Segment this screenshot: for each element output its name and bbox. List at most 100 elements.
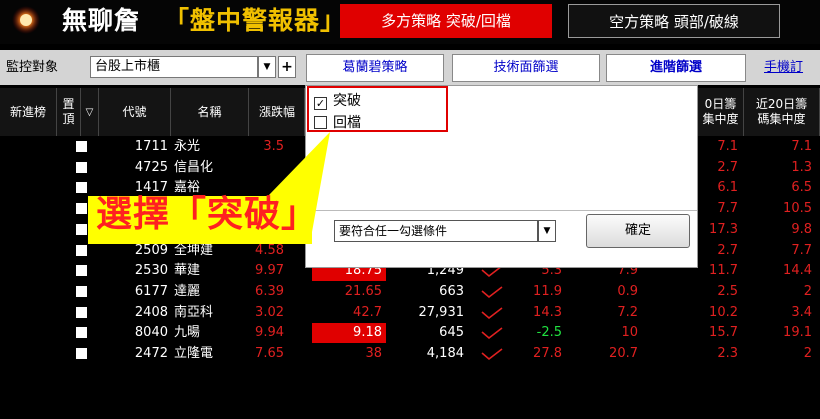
change-percent: 9.97 [255,263,284,279]
price-cell: 42.7 [353,304,382,320]
tab-granville-strategy[interactable]: 葛蘭碧策略 [306,54,444,82]
stock-name: 華建 [174,263,201,279]
confirm-button[interactable]: 確定 [586,214,690,248]
concentration-10-cell: 2.7 [717,159,738,175]
stock-name: 立隆電 [174,346,214,361]
highlight-box [307,86,448,132]
table-row[interactable]: 6177 達麗 6.39 21.65 663 11.9 0.9 2.5 2 [0,282,820,302]
pin-checkbox[interactable] [76,182,87,194]
pin-checkbox[interactable] [76,161,87,173]
pin-checkbox[interactable] [76,348,87,359]
stock-code: 4725 [134,159,168,175]
change-percent: 9.94 [255,325,284,341]
change-percent: 3.5 [263,139,284,154]
col-change[interactable]: 漲跌幅 [249,88,305,136]
check-mark-icon [481,348,503,361]
condition-select[interactable]: 要符合任一勾選條件 [334,220,538,242]
check-mark-icon [481,306,503,319]
metric-b-cell: 20.7 [609,346,638,361]
col-pin[interactable]: 置頂 [57,88,81,136]
stock-code: 2509 [134,242,168,258]
annotation-text: 選擇「突破」 [96,194,319,235]
concentration-20-cell: 7.7 [791,242,812,258]
metric-b-cell: 0.9 [617,283,638,299]
metric-a-cell: -2.5 [536,325,562,341]
concentration-10-cell: 15.7 [709,325,738,341]
check-mark-icon [481,327,503,340]
stock-code: 8040 [134,325,168,341]
pin-checkbox[interactable] [76,141,87,152]
concentration-10-cell: 17.3 [709,221,738,237]
metric-a-cell: 14.3 [533,304,562,320]
stock-code: 2530 [134,263,168,279]
concentration-20-cell: 10.5 [783,201,812,217]
col-concentration-20[interactable]: 近20日籌碼集中度 [744,88,820,136]
price-cell: 9.18 [312,323,386,344]
stock-name: 達麗 [174,283,201,299]
pin-checkbox[interactable] [76,203,87,215]
table-row[interactable]: 2472 立隆電 7.65 38 4,184 27.8 20.7 2.3 2 [0,344,820,364]
volume-cell: 27,931 [418,304,465,320]
pin-checkbox[interactable] [76,265,87,277]
concentration-20-cell: 7.1 [791,139,812,154]
change-percent: 6.39 [255,283,284,299]
metric-b-cell: 7.2 [617,304,638,320]
table-row[interactable]: 8040 九暘 9.94 9.18 645 -2.5 10 15.7 19.1 [0,323,820,344]
concentration-20-cell: 14.4 [783,263,812,279]
tab-long-strategy[interactable]: 多方策略 突破/回檔 [340,4,552,38]
stock-code: 6177 [134,283,168,299]
stock-name: 南亞科 [174,304,214,320]
stock-code: 2408 [134,304,168,320]
filter-icon[interactable]: ▽ [81,88,99,136]
chevron-down-icon[interactable]: ▼ [538,220,556,242]
concentration-20-cell: 3.4 [791,304,812,320]
panel-divider [306,210,697,211]
concentration-10-cell: 2.5 [717,283,738,299]
stock-name: 永光 [174,139,201,154]
volume-cell: 645 [439,325,464,341]
tab-advanced-filter[interactable]: 進階篩選 [606,54,746,82]
concentration-10-cell: 11.7 [709,263,738,279]
col-name[interactable]: 名稱 [171,88,249,136]
pin-checkbox[interactable] [76,223,87,235]
metric-b-cell: 10 [621,325,638,341]
col-new-entry[interactable]: 新進榜 [0,88,57,136]
mobile-subscribe-link[interactable]: 手機訂 [764,50,803,85]
tab-short-strategy[interactable]: 空方策略 頭部/破線 [568,4,780,38]
monitor-target-label: 監控對象 [6,60,59,75]
concentration-20-cell: 2 [803,346,812,361]
col-concentration-10[interactable]: 0日籌集中度 [698,88,744,136]
concentration-10-cell: 2.3 [717,346,738,361]
col-code[interactable]: 代號 [99,88,171,136]
change-percent: 7.65 [255,346,284,361]
tab-technical-filter[interactable]: 技術面篩選 [452,54,600,82]
change-percent [252,158,284,178]
add-button[interactable]: + [278,56,296,78]
stock-name: 信昌化 [174,159,214,175]
stock-code: 1711 [134,139,168,154]
change-percent: 3.02 [255,304,284,320]
table-row[interactable]: 2408 南亞科 3.02 42.7 27,931 14.3 7.2 10.2 3.4 [0,303,820,323]
concentration-10-cell: 7.1 [717,139,738,154]
market-select[interactable]: 台股上市櫃 [90,56,258,78]
concentration-10-cell: 6.1 [717,180,738,196]
metric-a-cell: 27.8 [533,346,562,361]
pin-checkbox[interactable] [76,306,87,318]
brand-prefix: 無聊詹 [62,6,141,35]
metric-a-cell: 11.9 [533,283,562,299]
pin-checkbox[interactable] [76,244,87,256]
pin-checkbox[interactable] [76,327,87,339]
price-cell: 21.65 [344,283,382,299]
stock-name: 全坤建 [174,242,214,258]
concentration-20-cell: 1.3 [791,159,812,175]
alarm-light-icon [12,6,40,34]
concentration-20-cell: 19.1 [783,325,812,341]
check-mark-icon [481,286,503,298]
pin-checkbox[interactable] [76,285,87,297]
change-percent: 4.58 [255,242,284,258]
chevron-down-icon[interactable]: ▼ [258,56,276,78]
concentration-20-cell: 9.8 [791,221,812,237]
concentration-20-cell: 6.5 [791,180,812,196]
concentration-10-cell: 10.2 [709,304,738,320]
stock-name: 九暘 [174,325,201,341]
